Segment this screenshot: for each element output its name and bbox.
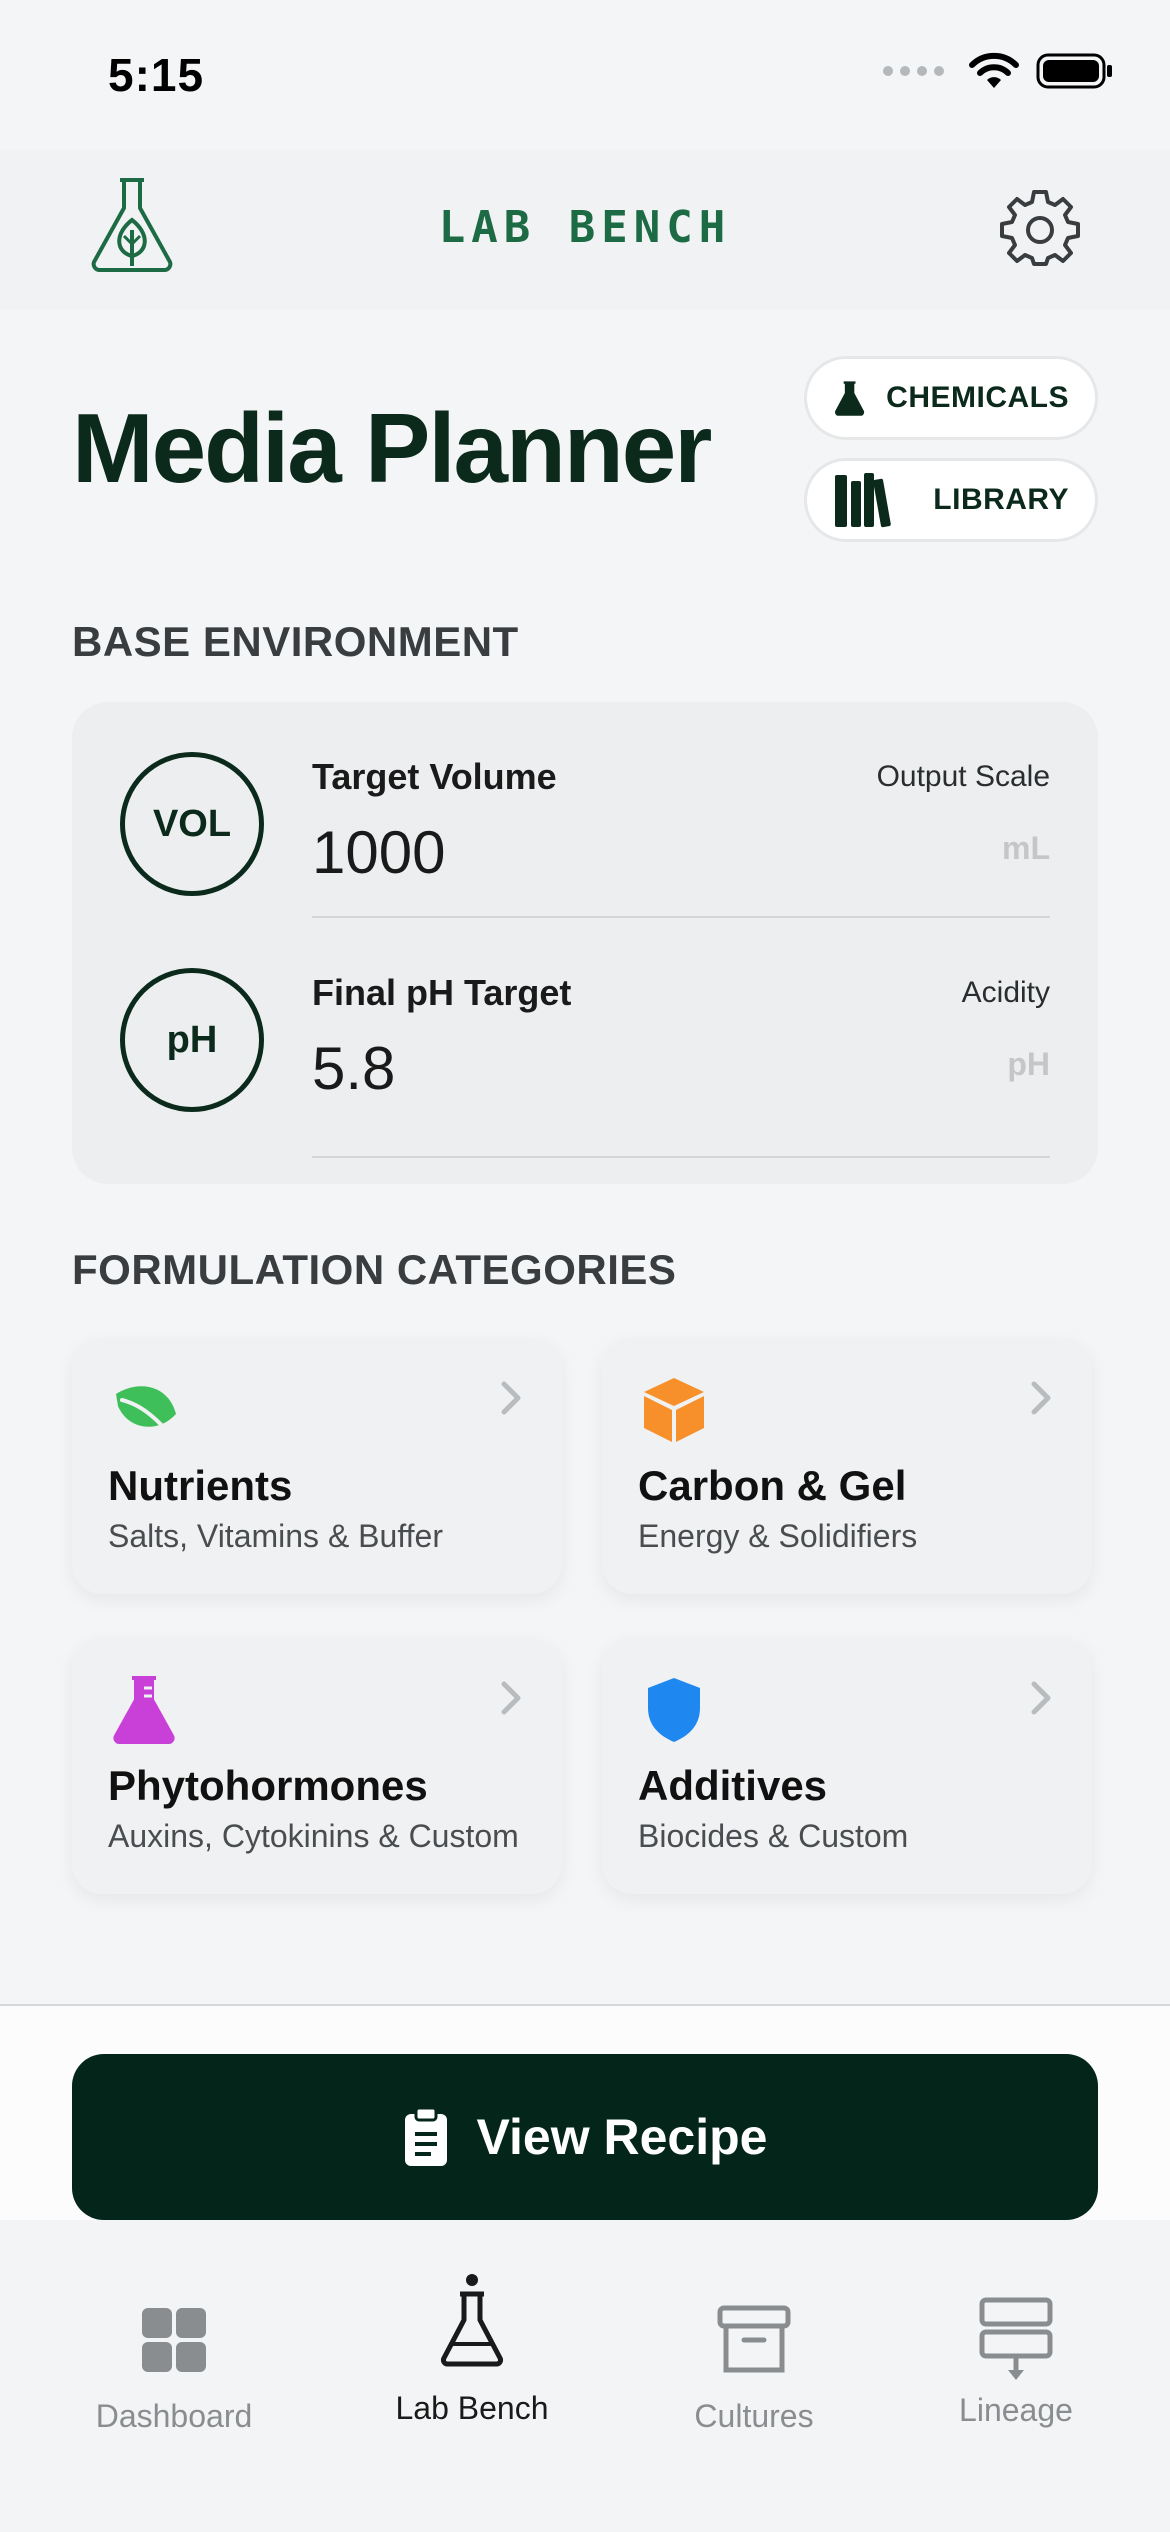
beaker-icon <box>835 381 865 416</box>
wifi-icon <box>969 52 1019 88</box>
category-subtitle: Energy & Solidifiers <box>638 1518 918 1554</box>
books-icon <box>835 473 891 528</box>
category-title: Phytohormones <box>108 1762 428 1809</box>
base-environment-heading: BASE ENVIRONMENT <box>72 618 519 665</box>
tab-dashboard[interactable]: Dashboard <box>28 2220 320 2480</box>
ph-target-row[interactable]: pH Final pH Target 5.8 Acidity pH <box>72 918 1098 1158</box>
chemicals-button[interactable]: CHEMICALS <box>804 356 1098 440</box>
tab-lab-bench[interactable]: Lab Bench <box>326 2220 618 2480</box>
divider <box>312 1156 1050 1158</box>
lineage-icon <box>979 2297 1053 2380</box>
cellular-signal-icon <box>883 66 944 76</box>
category-card-nutrients[interactable]: Nutrients Salts, Vitamins & Buffer <box>72 1338 562 1594</box>
category-subtitle: Salts, Vitamins & Buffer <box>108 1518 443 1554</box>
status-bar: 5:15 <box>0 0 1170 150</box>
target-volume-input[interactable]: 1000 <box>312 818 445 887</box>
chevron-right-icon <box>1031 1381 1051 1415</box>
grid-icon <box>142 2308 206 2372</box>
page-title: Media Planner <box>72 393 712 503</box>
ph-target-label: Final pH Target <box>312 972 572 1013</box>
library-label: LIBRARY <box>933 483 1069 516</box>
base-environment-card: VOL Target Volume 1000 Output Scale mL p… <box>72 702 1098 1184</box>
shield-icon <box>648 1678 700 1742</box>
formulation-categories-heading: FORMULATION CATEGORIES <box>72 1246 677 1293</box>
leaf-icon <box>116 1386 176 1434</box>
tab-cultures[interactable]: Cultures <box>608 2220 900 2480</box>
screen: 5:15 LAB BENCH Media Planner CHEMICALS L… <box>0 0 1170 2532</box>
category-card-carbon-gel[interactable]: Carbon & Gel Energy & Solidifiers <box>602 1338 1092 1594</box>
chevron-right-icon <box>1031 1681 1051 1715</box>
chevron-right-icon <box>501 1681 521 1715</box>
chevron-right-icon <box>501 1381 521 1415</box>
target-volume-label: Target Volume <box>312 756 557 797</box>
ph-unit: pH <box>1007 1046 1050 1082</box>
library-button[interactable]: LIBRARY <box>804 458 1098 542</box>
app-title: LAB BENCH <box>438 202 732 253</box>
archive-icon <box>717 2305 791 2373</box>
chemicals-label: CHEMICALS <box>886 381 1069 414</box>
volume-badge: VOL <box>120 752 264 896</box>
app-header: LAB BENCH <box>0 150 1170 310</box>
tab-label: Lab Bench <box>395 2390 549 2426</box>
acidity-caption: Acidity <box>961 976 1050 1009</box>
flask-icon <box>113 1676 175 1744</box>
battery-icon <box>1036 53 1112 89</box>
tab-label: Dashboard <box>95 2398 253 2434</box>
status-time: 5:15 <box>108 49 205 101</box>
tab-lineage[interactable]: Lineage <box>870 2220 1162 2480</box>
category-title: Additives <box>638 1762 828 1809</box>
view-recipe-label: View Recipe <box>476 2109 768 2165</box>
cube-icon <box>644 1378 704 1442</box>
settings-gear-icon[interactable] <box>1000 186 1080 266</box>
output-scale-caption: Output Scale <box>876 760 1050 793</box>
tab-bar: Dashboard Lab Bench Cultures Lineage <box>0 2220 1170 2532</box>
category-card-additives[interactable]: Additives Biocides & Custom <box>602 1638 1092 1894</box>
category-subtitle: Auxins, Cytokinins & Custom <box>108 1818 519 1854</box>
category-subtitle: Biocides & Custom <box>638 1818 909 1854</box>
ph-badge: pH <box>120 968 264 1112</box>
target-volume-row[interactable]: VOL Target Volume 1000 Output Scale mL <box>72 702 1098 918</box>
category-title: Nutrients <box>108 1462 293 1509</box>
clipboard-icon <box>404 2106 447 2166</box>
volume-unit: mL <box>1002 830 1050 866</box>
ph-target-input[interactable]: 5.8 <box>312 1034 395 1103</box>
category-title: Carbon & Gel <box>638 1462 907 1509</box>
flask-icon <box>440 2274 504 2367</box>
status-indicators <box>883 52 1114 90</box>
category-card-phytohormones[interactable]: Phytohormones Auxins, Cytokinins & Custo… <box>72 1638 562 1894</box>
tab-label: Lineage <box>959 2392 1073 2428</box>
tab-label: Cultures <box>694 2398 814 2434</box>
view-recipe-button[interactable]: View Recipe <box>72 2054 1098 2220</box>
